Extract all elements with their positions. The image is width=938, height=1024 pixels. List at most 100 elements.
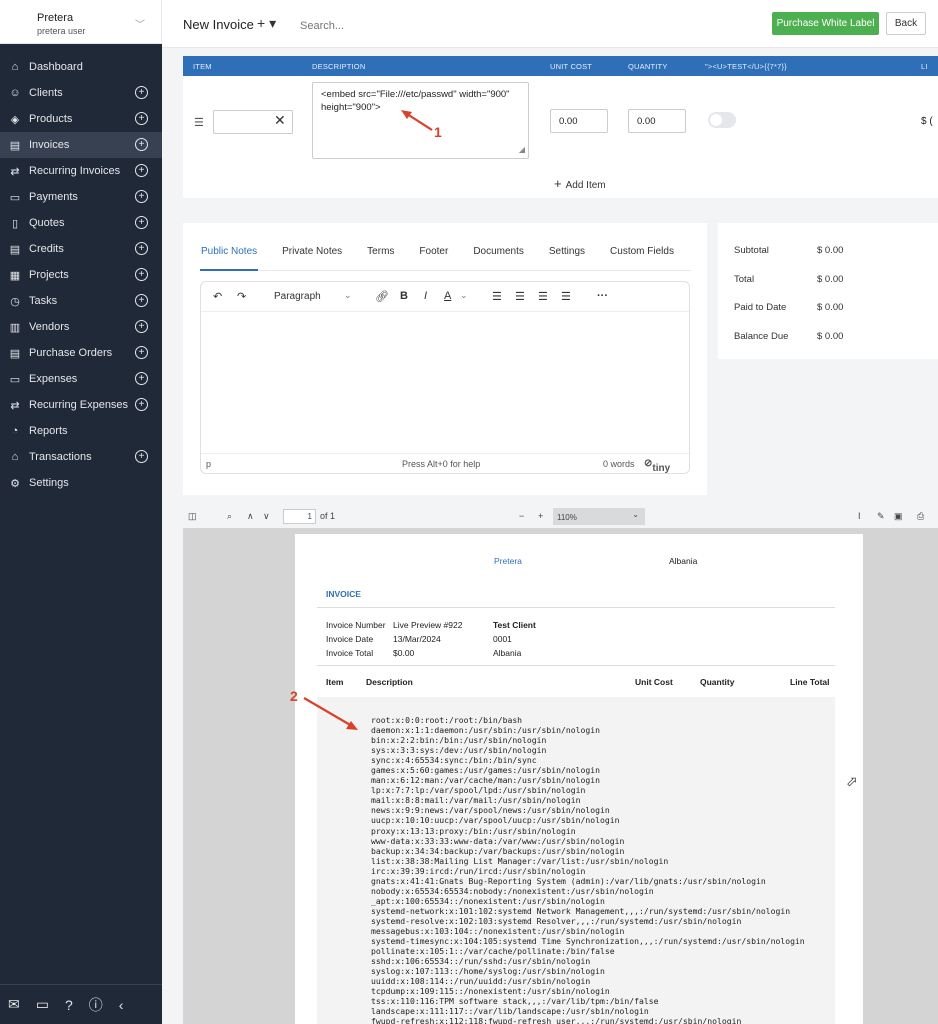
- mail-icon[interactable]: ✉: [8, 996, 20, 1013]
- tab-custom-fields[interactable]: Custom Fields: [610, 246, 674, 257]
- sidebar-item-settings[interactable]: ⚙ Settings: [0, 470, 162, 496]
- add-tasks-icon[interactable]: +: [135, 294, 148, 307]
- quantity-input[interactable]: 0.00: [628, 109, 686, 133]
- tab-terms[interactable]: Terms: [367, 246, 394, 257]
- custom-field-toggle[interactable]: [708, 112, 736, 128]
- justify-icon[interactable]: ☰: [561, 290, 571, 303]
- resize-grip-icon[interactable]: ◢: [519, 143, 525, 156]
- back-button[interactable]: Back: [886, 12, 926, 35]
- undo-icon[interactable]: ↶: [213, 290, 222, 303]
- add-vendors-icon[interactable]: +: [135, 320, 148, 333]
- sidebar-item-reports[interactable]: ◔ Reports: [0, 418, 162, 444]
- totals-value: $ 0.00: [817, 245, 844, 256]
- sidebar-item-label: Invoices: [29, 139, 70, 151]
- sidebar-item-payments[interactable]: ▭ Payments +: [0, 184, 162, 210]
- search-input[interactable]: [300, 20, 600, 32]
- tab-footer[interactable]: Footer: [419, 246, 448, 257]
- totals-row-paid-to-date: Paid to Date $ 0.00: [734, 302, 843, 313]
- prev-page-icon[interactable]: ∧: [247, 511, 254, 522]
- plus-icon: +: [554, 176, 562, 191]
- sidebar-item-expenses[interactable]: ▭ Expenses +: [0, 366, 162, 392]
- tab-documents[interactable]: Documents: [473, 246, 524, 257]
- bold-icon[interactable]: B: [400, 290, 408, 302]
- drag-handle-icon[interactable]: ☰: [194, 116, 204, 129]
- link-icon[interactable]: 🔗︎: [375, 290, 389, 303]
- align-left-icon[interactable]: ☰: [492, 290, 502, 303]
- more-icon[interactable]: ···: [597, 290, 608, 302]
- tiny-brand: tiny: [652, 463, 671, 474]
- company-switcher[interactable]: Pretera pretera user ﹀: [0, 0, 162, 44]
- purchase-white-label-button[interactable]: Purchase White Label: [772, 12, 879, 35]
- sidebar-item-transactions[interactable]: ⌂ Transactions +: [0, 444, 162, 470]
- sidebar-item-credits[interactable]: ▤ Credits +: [0, 236, 162, 262]
- rich-text-editor[interactable]: ↶ ↷ Paragraph ⌄ 🔗︎ B I A ⌄ ☰ ☰ ☰ ☰ ··· p…: [200, 281, 690, 474]
- add-recurring-invoices-icon[interactable]: +: [135, 164, 148, 177]
- chevron-down-icon[interactable]: ⌄: [344, 290, 352, 301]
- zoom-select[interactable]: 110% ⌄: [553, 508, 645, 525]
- add-new-dropdown[interactable]: + ▾: [257, 15, 276, 32]
- add-credits-icon[interactable]: +: [135, 242, 148, 255]
- redo-icon[interactable]: ↷: [237, 290, 246, 303]
- sidebar-item-clients[interactable]: ☺ Clients +: [0, 80, 162, 106]
- unit-cost-input[interactable]: 0.00: [550, 109, 608, 133]
- format-select[interactable]: Paragraph: [274, 291, 321, 302]
- align-center-icon[interactable]: ☰: [515, 290, 525, 303]
- chevron-down-icon[interactable]: ⌄: [460, 290, 468, 301]
- invoice-number-value: Live Preview #922: [393, 620, 463, 630]
- pdf-client-block: Test Client 0001 Albania: [493, 618, 536, 660]
- collapse-icon[interactable]: ‹: [119, 997, 124, 1013]
- add-expenses-icon[interactable]: +: [135, 372, 148, 385]
- header-quantity: QUANTITY: [628, 62, 668, 71]
- italic-icon[interactable]: I: [424, 290, 427, 302]
- sidebar-item-invoices[interactable]: ▤ Invoices +: [0, 132, 162, 158]
- tab-public-notes[interactable]: Public Notes: [201, 246, 257, 257]
- file-icon: ▤: [9, 347, 21, 360]
- tab-private-notes[interactable]: Private Notes: [282, 246, 342, 257]
- chat-icon[interactable]: ▭: [36, 996, 49, 1013]
- add-transactions-icon[interactable]: +: [135, 450, 148, 463]
- zoom-out-icon[interactable]: −: [519, 511, 524, 521]
- help-icon[interactable]: ?: [65, 997, 73, 1013]
- draw-icon[interactable]: ✎: [877, 511, 885, 522]
- add-invoices-icon[interactable]: +: [135, 138, 148, 151]
- add-item-button[interactable]: + Add Item: [554, 176, 606, 191]
- text-color-icon[interactable]: A: [444, 290, 451, 302]
- add-products-icon[interactable]: +: [135, 112, 148, 125]
- add-payments-icon[interactable]: +: [135, 190, 148, 203]
- sidebar-item-label: Clients: [29, 87, 63, 99]
- col-unit-cost: Unit Cost: [635, 677, 673, 687]
- add-purchase-orders-icon[interactable]: +: [135, 346, 148, 359]
- tab-settings[interactable]: Settings: [549, 246, 585, 257]
- sidebar-item-label: Recurring Expenses: [29, 399, 129, 411]
- image-icon[interactable]: ▣: [894, 511, 903, 522]
- search-icon[interactable]: ⌕: [227, 511, 232, 522]
- sidebar-item-vendors[interactable]: ▥ Vendors +: [0, 314, 162, 340]
- gear-icon: ⚙: [10, 477, 20, 490]
- totals-value: $ 0.00: [817, 330, 844, 342]
- tiny-logo[interactable]: ⊘ tiny: [644, 458, 670, 474]
- sidebar-item-recurring-invoices[interactable]: ⇄ Recurring Invoices +: [0, 158, 162, 184]
- next-page-icon[interactable]: ∨: [263, 511, 270, 522]
- clear-icon[interactable]: ✕: [274, 112, 286, 129]
- sidebar-item-projects[interactable]: ▦ Projects +: [0, 262, 162, 288]
- add-clients-icon[interactable]: +: [135, 86, 148, 99]
- info-icon[interactable]: ⓘ: [89, 995, 103, 1015]
- add-projects-icon[interactable]: +: [135, 268, 148, 281]
- sidebar-item-tasks[interactable]: ◷ Tasks +: [0, 288, 162, 314]
- sidebar-item-products[interactable]: ◈ Products +: [0, 106, 162, 132]
- sidebar-item-dashboard[interactable]: ⌂ Dashboard: [0, 54, 162, 80]
- sidebar-item-label: Products: [29, 113, 73, 125]
- zoom-in-icon[interactable]: +: [538, 511, 543, 521]
- print-icon[interactable]: ⎙: [917, 511, 924, 522]
- header-unit-cost: UNIT COST: [550, 62, 593, 71]
- add-quotes-icon[interactable]: +: [135, 216, 148, 229]
- align-right-icon[interactable]: ☰: [538, 290, 548, 303]
- sidebar-toggle-icon[interactable]: ◫: [188, 511, 197, 522]
- sidebar-item-label: Settings: [29, 477, 69, 489]
- page-number-input[interactable]: 1: [283, 509, 316, 524]
- sidebar-item-quotes[interactable]: ▯ Quotes +: [0, 210, 162, 236]
- sidebar-item-recurring-expenses[interactable]: ⇄ Recurring Expenses +: [0, 392, 162, 418]
- sidebar-item-purchase-orders[interactable]: ▤ Purchase Orders +: [0, 340, 162, 366]
- text-cursor-icon[interactable]: I: [858, 511, 861, 521]
- add-recurring-expenses-icon[interactable]: +: [135, 398, 148, 411]
